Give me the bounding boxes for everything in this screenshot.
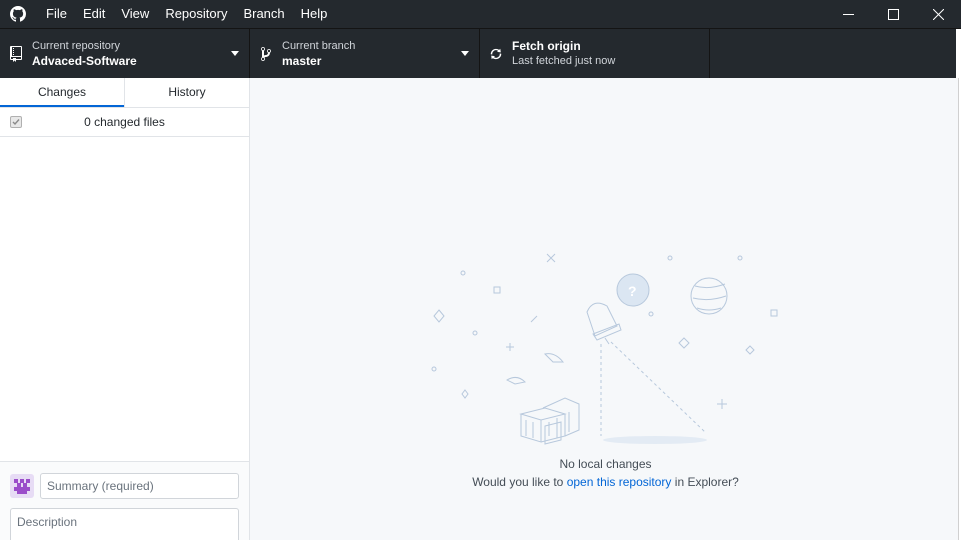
open-in-explorer-link[interactable]: open this repository — [567, 475, 672, 489]
chevron-down-icon — [461, 51, 469, 56]
tab-history[interactable]: History — [124, 78, 249, 107]
select-all-checkbox[interactable] — [10, 116, 22, 128]
checkbox-icon — [12, 119, 20, 126]
svg-text:?: ? — [628, 283, 637, 299]
menu-edit[interactable]: Edit — [75, 0, 113, 28]
repo-icon — [0, 45, 32, 62]
close-icon[interactable] — [916, 0, 961, 28]
title-bar: File Edit View Repository Branch Help — [0, 0, 961, 28]
fetch-origin-button[interactable]: Fetch origin Last fetched just now — [480, 29, 710, 78]
changed-files-count: 0 changed files — [84, 115, 165, 129]
current-branch-button[interactable]: Current branch master — [250, 29, 480, 78]
empty-state-title: No local changes — [559, 457, 652, 471]
repo-label: Current repository — [32, 39, 121, 52]
branch-label: Current branch — [282, 39, 356, 52]
minimize-icon[interactable] — [826, 0, 871, 28]
main-panel: ? No local changes Would you like to ope… — [250, 78, 961, 540]
repo-name: Advaced-Software — [32, 53, 137, 68]
empty-state-prompt: Would you like to open this repository i… — [250, 475, 961, 489]
branch-name: master — [282, 53, 322, 68]
prompt-suffix: in Explorer? — [674, 475, 739, 489]
branch-icon — [250, 46, 282, 62]
menu-help[interactable]: Help — [293, 0, 336, 28]
summary-input[interactable] — [40, 473, 239, 499]
fetch-subtitle: Last fetched just now — [512, 54, 616, 67]
prompt-prefix: Would you like to — [472, 475, 564, 489]
menu-repository[interactable]: Repository — [157, 0, 235, 28]
commit-area — [0, 461, 249, 540]
changed-files-header: 0 changed files — [0, 108, 249, 137]
menu-branch[interactable]: Branch — [235, 0, 292, 28]
menu-file[interactable]: File — [36, 0, 75, 28]
sync-icon — [480, 47, 512, 61]
window-edge — [956, 29, 961, 79]
menu-view[interactable]: View — [113, 0, 157, 28]
toolbar: Current repository Advaced-Software Curr… — [0, 28, 961, 79]
avatar-icon — [10, 474, 34, 498]
sidebar: Changes History 0 changed files — [0, 78, 250, 540]
tab-changes[interactable]: Changes — [0, 78, 124, 107]
sidebar-tabs: Changes History — [0, 78, 249, 108]
window-controls — [826, 0, 961, 28]
description-input[interactable] — [10, 508, 239, 540]
no-changes-illustration-icon: ? — [431, 253, 778, 445]
github-logo-icon[interactable] — [0, 0, 36, 28]
chevron-down-icon — [231, 51, 239, 56]
current-repository-button[interactable]: Current repository Advaced-Software — [0, 29, 250, 78]
fetch-title: Fetch origin — [512, 38, 581, 53]
maximize-icon[interactable] — [871, 0, 916, 28]
menu-bar: File Edit View Repository Branch Help — [36, 0, 335, 28]
